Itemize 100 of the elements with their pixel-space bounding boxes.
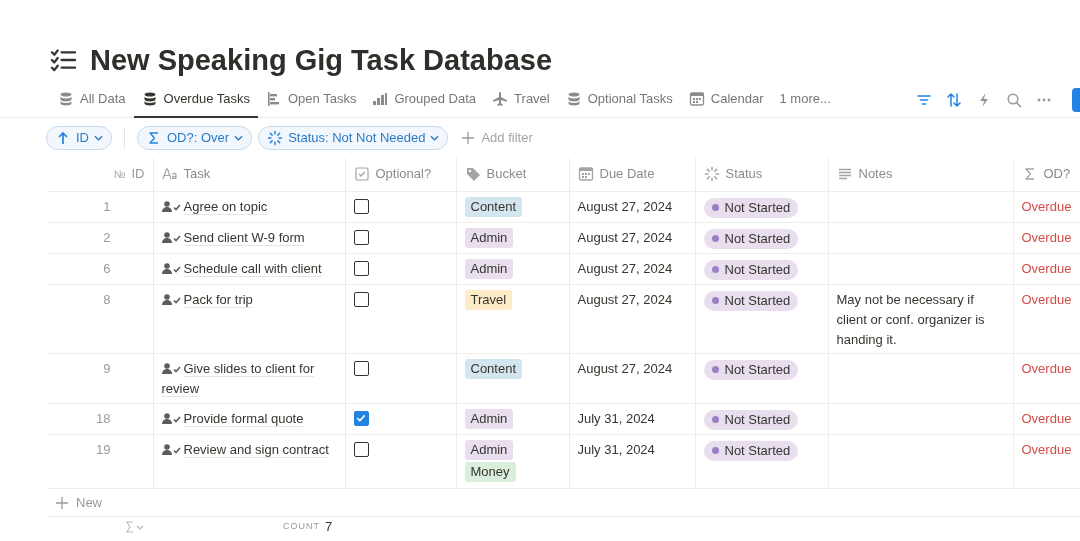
count-value: 7 (325, 518, 333, 537)
view-tab[interactable]: 1 more... (771, 81, 839, 118)
date-cell: August 27, 2024 (577, 292, 673, 307)
view-tab[interactable]: All Data (50, 81, 134, 118)
overdue-label: Overdue (1021, 230, 1072, 245)
column-header[interactable]: Optional? (353, 164, 432, 184)
column-header[interactable]: OD? (1021, 164, 1071, 184)
loading-spinner-icon (703, 166, 720, 182)
overdue-label: Overdue (1021, 261, 1072, 276)
filter-chip[interactable]: Status: Not Not Needed (258, 126, 449, 150)
search-icon[interactable] (1006, 91, 1022, 108)
new-button[interactable] (1072, 87, 1080, 112)
checkbox[interactable] (353, 199, 369, 214)
overdue-label: Overdue (1021, 361, 1072, 376)
overdue-label: Overdue (1021, 199, 1072, 214)
airplane-icon (492, 90, 509, 107)
overdue-label: Overdue (1021, 442, 1072, 457)
checkbox[interactable] (353, 292, 369, 307)
status-pill: Not Started (703, 409, 799, 430)
calendar-icon (688, 90, 705, 107)
task-title[interactable]: Review and sign contract (161, 440, 337, 460)
person-check-icon (161, 362, 182, 375)
plus-icon (54, 494, 70, 511)
task-title[interactable]: Agree on topic (161, 197, 337, 217)
new-row-button[interactable]: New (50, 489, 106, 516)
notes-cell-text: May not be necessary if client or conf. organizer is handing it. (836, 291, 986, 349)
view-tab[interactable]: Overdue Tasks (133, 81, 258, 118)
id-cell: 9 (103, 361, 111, 376)
task-title[interactable]: Provide formal quote (161, 409, 337, 429)
person-check-icon (161, 412, 182, 425)
bucket-tag: Money (464, 462, 516, 482)
person-check-icon (161, 231, 182, 244)
column-header[interactable]: Task (161, 164, 211, 184)
bucket-tag: Content (464, 359, 523, 379)
view-tab[interactable]: Travel (484, 81, 558, 118)
plus-icon (460, 130, 477, 146)
status-pill: Not Started (703, 290, 799, 311)
date-cell: August 27, 2024 (577, 199, 673, 214)
date-cell: August 27, 2024 (577, 261, 673, 276)
text-lines-icon (836, 166, 853, 182)
database-icon (58, 90, 74, 107)
status-pill: Not Started (703, 259, 799, 280)
task-title[interactable]: Schedule call with client (161, 259, 337, 279)
loading-spinner-icon (267, 130, 284, 146)
status-pill: Not Started (703, 440, 799, 461)
timeline-icon (266, 90, 282, 107)
column-header[interactable]: Status (703, 164, 763, 184)
person-check-icon (161, 262, 182, 275)
add-filter-button[interactable]: Add filter (454, 127, 539, 149)
view-tab[interactable]: Calendar (680, 81, 772, 118)
page-title: New Speaking Gig Task Database (90, 45, 553, 75)
person-check-icon (161, 293, 182, 306)
column-header[interactable]: Due Date (577, 164, 655, 184)
view-tab[interactable]: Open Tasks (258, 81, 365, 118)
date-cell: August 27, 2024 (577, 361, 673, 376)
overdue-label: Overdue (1021, 411, 1072, 426)
bucket-tag: Admin (464, 228, 514, 248)
checklist-icon (50, 48, 77, 72)
check-icon (354, 412, 367, 424)
id-cell: 19 (96, 442, 111, 457)
view-tab[interactable]: Grouped Data (364, 81, 485, 118)
bucket-tag: Admin (464, 440, 514, 460)
sort-chip[interactable]: ID (46, 126, 112, 150)
id-cell: 8 (103, 292, 111, 307)
id-cell: 18 (96, 411, 111, 426)
task-title[interactable]: Give slides to client for review (161, 359, 337, 399)
calendar-icon (577, 166, 594, 182)
person-check-icon (161, 200, 182, 213)
overdue-label: Overdue (1021, 292, 1072, 307)
status-pill: Not Started (703, 197, 799, 218)
bucket-tag: Travel (464, 290, 513, 310)
date-cell: July 31, 2024 (577, 411, 655, 426)
filter-chip[interactable]: OD?: Over (137, 126, 253, 150)
id-cell: 2 (103, 230, 111, 245)
checkbox[interactable] (353, 361, 369, 376)
id-cell: 1 (103, 199, 111, 214)
date-cell: August 27, 2024 (577, 230, 673, 245)
status-pill: Not Started (703, 228, 799, 249)
column-header[interactable]: Bucket (464, 164, 527, 184)
view-tab[interactable]: Optional Tasks (557, 81, 681, 118)
bucket-tag: Admin (464, 259, 514, 279)
checkbox-icon (353, 166, 370, 182)
checkbox[interactable] (353, 230, 369, 245)
chevron-down-icon (94, 135, 103, 141)
checkbox[interactable] (353, 411, 369, 426)
chevron-down-icon (234, 135, 244, 141)
column-header[interactable]: Notes (836, 164, 893, 184)
column-header[interactable]: № ID (113, 164, 145, 184)
sort-icon[interactable] (946, 91, 962, 108)
tag-icon (464, 166, 481, 182)
bar-chart-icon (372, 90, 389, 107)
id-cell: 6 (103, 261, 111, 276)
bucket-tag: Admin (464, 409, 514, 429)
task-title[interactable]: Send client W-9 form (161, 228, 337, 248)
checkbox[interactable] (353, 442, 369, 457)
count-label: COUNT (283, 520, 320, 534)
bucket-tag: Content (464, 197, 523, 217)
task-title[interactable]: Pack for trip (161, 290, 337, 310)
person-check-icon (161, 443, 182, 456)
checkbox[interactable] (353, 261, 369, 276)
